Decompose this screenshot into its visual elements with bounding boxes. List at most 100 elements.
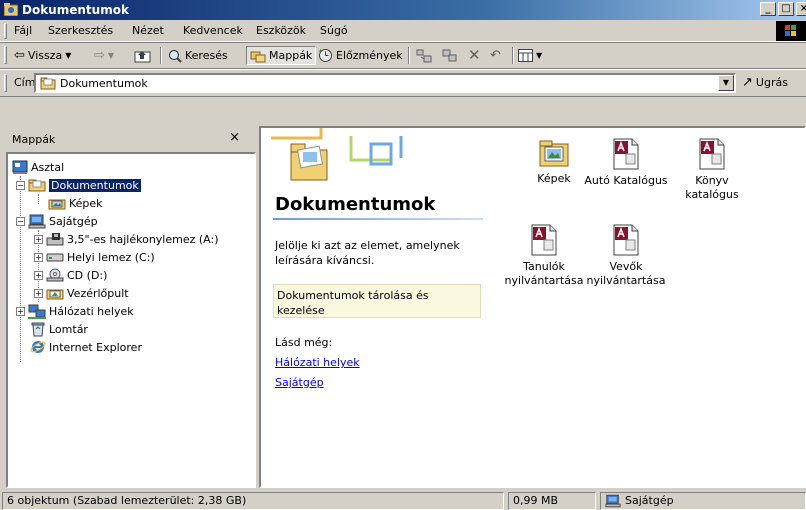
undo-button[interactable]: ↶ xyxy=(490,46,501,65)
address-dropdown-button[interactable]: ▼ xyxy=(718,75,734,91)
close-pane-button[interactable]: × xyxy=(229,130,240,145)
file-item-students-register[interactable]: Tanulók nyilvántartása xyxy=(499,224,589,288)
chevron-down-icon: ▼ xyxy=(65,51,72,60)
forward-arrow-icon: ⇨ xyxy=(94,48,105,63)
menu-tools[interactable]: Eszközök xyxy=(256,24,306,38)
tree-item-desktop[interactable]: Asztal xyxy=(12,158,64,176)
title-bar[interactable]: Dokumentumok _ □ × xyxy=(0,0,806,20)
folder-icon xyxy=(4,3,18,16)
go-arrow-icon: ↗ xyxy=(742,75,753,90)
move-to-icon xyxy=(416,49,432,62)
delete-button[interactable]: ✕ xyxy=(468,46,481,65)
network-icon xyxy=(28,304,46,319)
toolbar-separator xyxy=(160,47,162,64)
folder-documents-icon xyxy=(28,179,46,192)
cd-drive-icon xyxy=(46,268,64,282)
menu-bar: Fájl Szerkesztés Nézet Kedvencek Eszközö… xyxy=(0,21,806,42)
content-pane: Dokumentumok Jelölje ki azt az elemet, a… xyxy=(259,126,806,488)
expand-toggle[interactable]: + xyxy=(34,252,43,262)
tree-item-cd[interactable]: + CD (D:) xyxy=(34,266,107,284)
link-my-computer[interactable]: Sajátgép xyxy=(275,376,324,389)
folder-pictures-icon xyxy=(539,140,569,167)
recycle-bin-icon xyxy=(31,322,45,337)
internet-explorer-icon xyxy=(30,341,46,353)
expand-toggle[interactable]: + xyxy=(16,306,25,316)
address-label: Cím xyxy=(14,76,36,89)
menu-view[interactable]: Nézet xyxy=(132,24,164,38)
address-grip[interactable] xyxy=(4,74,7,92)
menu-edit[interactable]: Szerkesztés xyxy=(48,24,113,38)
undo-icon: ↶ xyxy=(490,48,501,63)
control-panel-icon xyxy=(46,289,64,300)
up-folder-icon xyxy=(134,50,151,62)
see-also-label: Lásd még: xyxy=(275,336,333,349)
tree-item-network-places[interactable]: + Hálózati helyek xyxy=(16,302,134,320)
up-folder-button[interactable] xyxy=(134,46,152,65)
views-button[interactable]: ▼ xyxy=(518,46,542,65)
menu-file[interactable]: Fájl xyxy=(14,24,32,38)
status-object-count: 6 objektum (Szabad lemezterület: 2,38 GB… xyxy=(2,492,504,510)
toolbar-grip[interactable] xyxy=(4,46,7,64)
history-icon xyxy=(319,49,332,62)
minimize-button[interactable]: _ xyxy=(760,2,776,16)
collapse-toggle[interactable]: − xyxy=(16,216,25,226)
tree-line xyxy=(38,194,39,204)
tree-item-floppy[interactable]: + 3,5"-es hajlékonylemez (A:) xyxy=(34,230,219,248)
folders-button[interactable]: Mappák xyxy=(246,46,317,65)
close-button[interactable]: × xyxy=(796,2,806,16)
folders-icon xyxy=(250,51,266,62)
views-icon xyxy=(518,49,533,62)
file-item-auto-catalog[interactable]: Autó Katalógus xyxy=(581,138,671,188)
menu-favorites[interactable]: Kedvencek xyxy=(183,24,243,38)
status-location: Sajátgép xyxy=(600,492,806,510)
tree-item-internet-explorer[interactable]: Internet Explorer xyxy=(30,338,142,356)
computer-icon xyxy=(605,494,621,508)
tree-item-local-disk[interactable]: + Helyi lemez (C:) xyxy=(34,248,155,266)
collapse-toggle[interactable]: − xyxy=(16,180,25,190)
desktop-icon xyxy=(12,160,28,174)
toolbar-separator xyxy=(512,47,514,64)
move-to-button[interactable] xyxy=(416,46,432,65)
folder-documents-icon xyxy=(40,77,56,90)
folders-pane-title: Mappák xyxy=(12,133,56,146)
tree-item-recycle-bin[interactable]: Lomtár xyxy=(30,320,88,338)
tree-item-documents[interactable]: − Dokumentumok xyxy=(16,176,141,194)
selection-hint: Jelölje ki azt az elemet, amelynek leírá… xyxy=(275,239,460,267)
forward-button[interactable]: ⇨ ▼ xyxy=(94,46,114,65)
access-db-icon xyxy=(613,138,639,170)
link-network-places[interactable]: Hálózati helyek xyxy=(275,356,360,369)
status-size: 0,99 MB xyxy=(508,492,596,510)
computer-icon xyxy=(28,214,46,228)
windows-logo-icon xyxy=(776,21,806,41)
search-icon xyxy=(168,49,182,63)
expand-toggle[interactable]: + xyxy=(34,270,43,280)
go-button[interactable]: ↗ Ugrás xyxy=(742,75,788,90)
back-arrow-icon: ⇦ xyxy=(14,48,25,63)
menu-grip[interactable] xyxy=(4,23,7,39)
standard-toolbar: ⇦ Vissza ▼ ⇨ ▼ Keresés Mappák Előzmények… xyxy=(0,43,806,69)
address-bar: Cím Dokumentumok ▼ ↗ Ugrás xyxy=(0,70,806,97)
address-input[interactable]: Dokumentumok ▼ xyxy=(34,73,736,93)
copy-to-icon xyxy=(442,49,457,61)
file-item-customers-register[interactable]: Vevők nyilvántartása xyxy=(581,224,671,288)
tree-item-pictures[interactable]: Képek xyxy=(48,194,103,212)
tree-item-my-computer[interactable]: − Sajátgép xyxy=(16,212,98,230)
window-title: Dokumentumok xyxy=(22,3,129,17)
expand-toggle[interactable]: + xyxy=(34,288,43,298)
delete-icon: ✕ xyxy=(468,46,481,64)
tree-line xyxy=(20,176,21,362)
history-button[interactable]: Előzmények xyxy=(318,46,403,65)
back-button[interactable]: ⇦ Vissza ▼ xyxy=(14,46,71,65)
file-item-book-catalog[interactable]: Könyv katalógus xyxy=(667,138,757,202)
maximize-button[interactable]: □ xyxy=(778,2,794,16)
tree-item-control-panel[interactable]: + Vezérlőpult xyxy=(34,284,129,302)
hard-drive-icon xyxy=(46,253,64,262)
folder-info-box: Dokumentumok tárolása és kezelése xyxy=(273,284,481,318)
folder-heading: Dokumentumok xyxy=(275,194,436,215)
access-db-icon xyxy=(531,224,557,256)
expand-toggle[interactable]: + xyxy=(34,234,43,244)
copy-to-button[interactable] xyxy=(442,46,458,65)
folders-pane-header: Mappák × xyxy=(6,128,256,152)
menu-help[interactable]: Súgó xyxy=(320,24,348,38)
search-button[interactable]: Keresés xyxy=(168,46,228,65)
